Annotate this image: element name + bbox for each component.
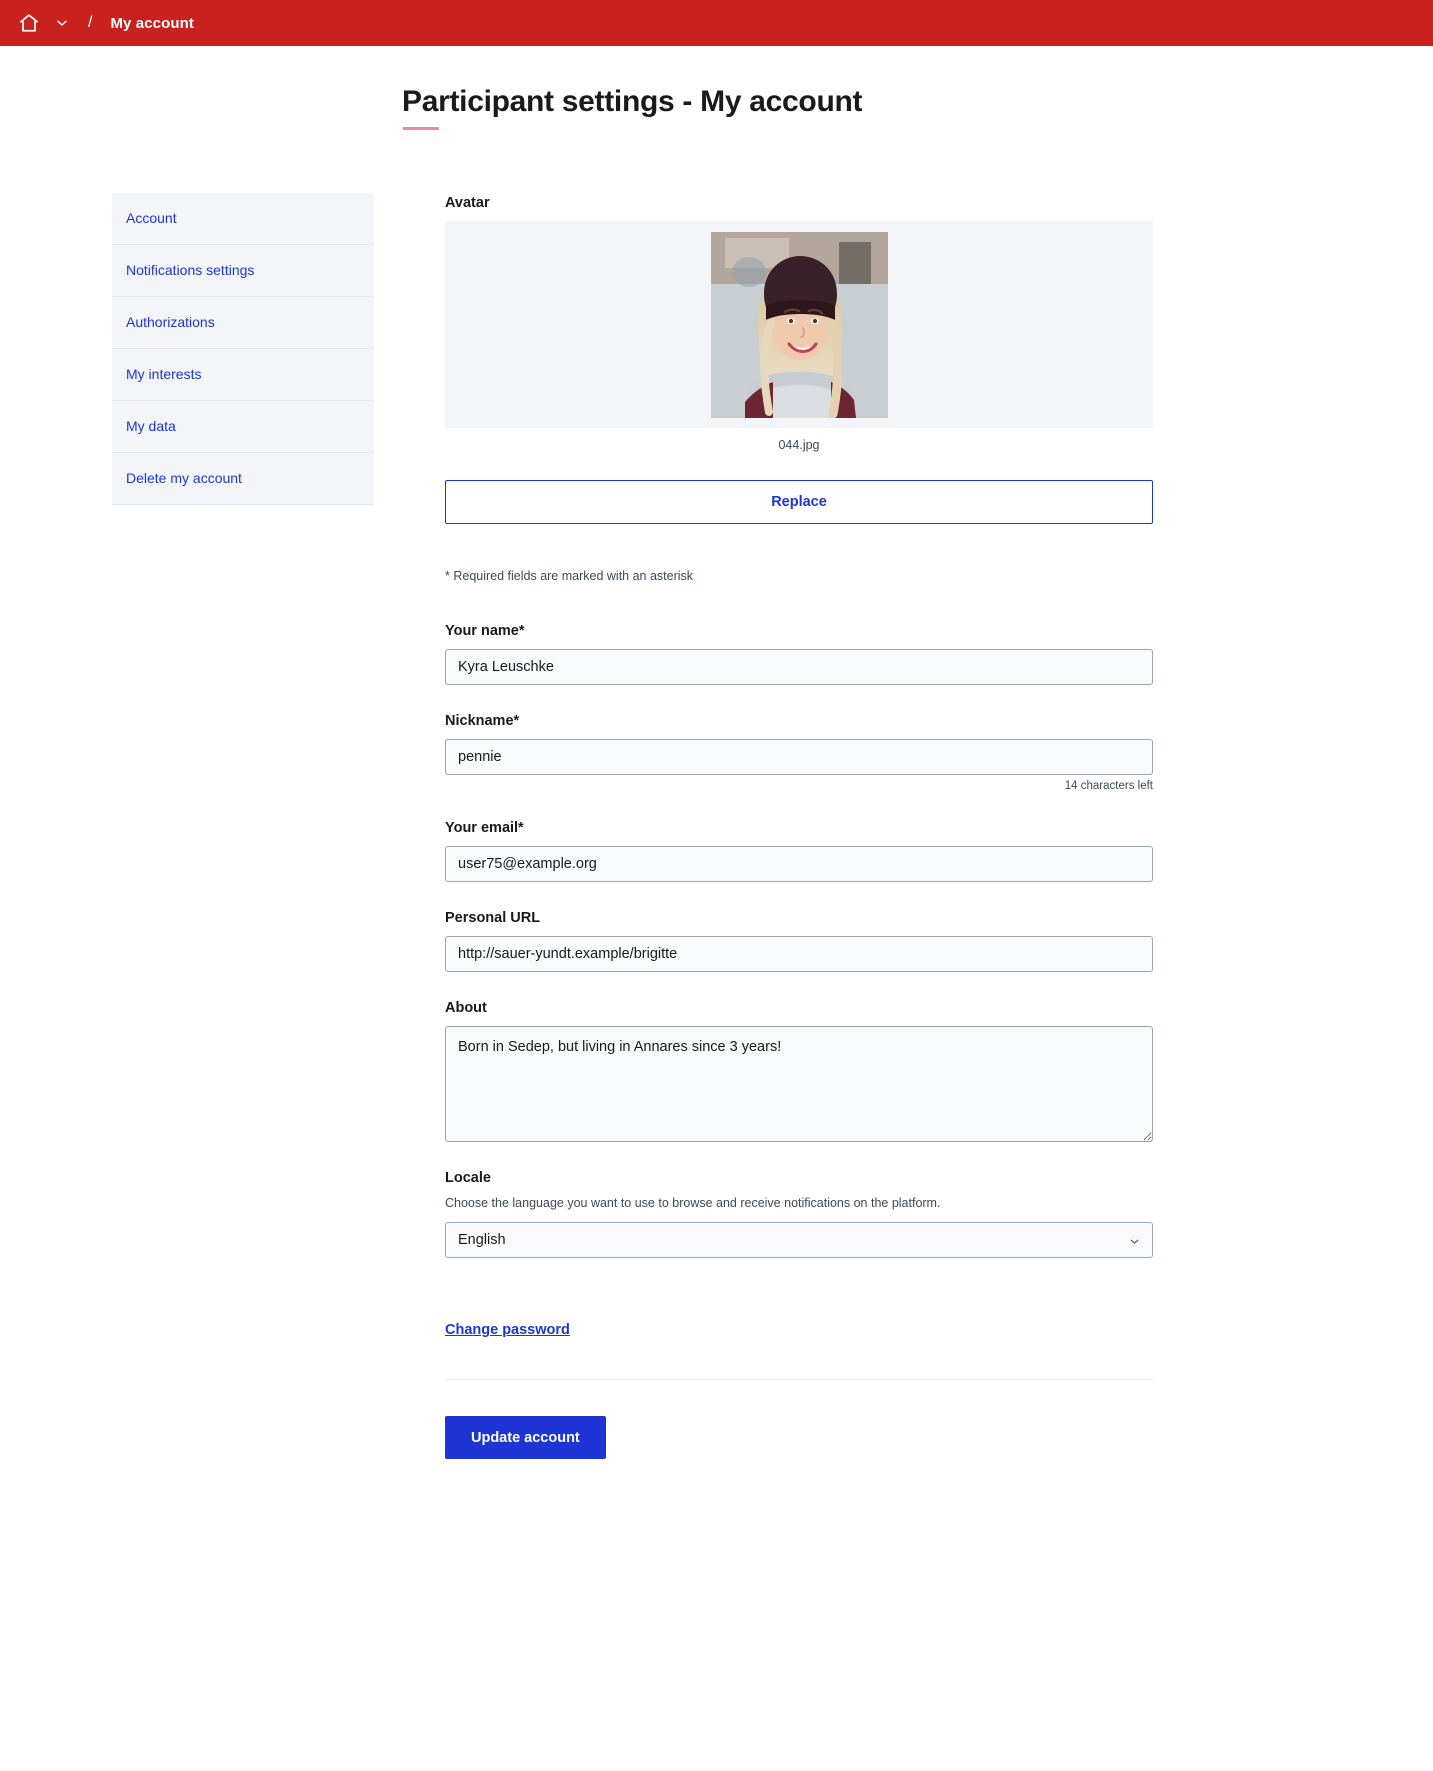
- form-divider: [445, 1379, 1153, 1380]
- name-label: Your name*: [445, 623, 525, 639]
- sidebar-item-account[interactable]: Account: [112, 193, 374, 245]
- avatar-label: Avatar: [445, 195, 490, 211]
- sidebar-item-my-interests[interactable]: My interests: [112, 349, 374, 401]
- nickname-field-group: Nickname* 14 characters left: [445, 711, 1153, 792]
- personal-url-label: Personal URL: [445, 910, 541, 926]
- update-account-button[interactable]: Update account: [445, 1416, 606, 1459]
- sidebar-item-delete-my-account[interactable]: Delete my account: [112, 453, 374, 504]
- email-input[interactable]: [445, 846, 1153, 882]
- email-field-group: Your email*: [445, 818, 1153, 882]
- avatar-preview-container: [445, 221, 1153, 428]
- account-settings-form: Avatar 044.jpg Replace * Required fields…: [445, 193, 1153, 1459]
- sidebar-item-my-data[interactable]: My data: [112, 401, 374, 453]
- avatar-filename: 044.jpg: [778, 438, 820, 452]
- settings-sidebar: Account Notifications settings Authoriza…: [112, 193, 374, 505]
- replace-avatar-button[interactable]: Replace: [445, 480, 1153, 524]
- name-field-group: Your name*: [445, 621, 1153, 685]
- avatar-image: [710, 231, 888, 418]
- page-layout: Account Notifications settings Authoriza…: [0, 130, 1433, 1459]
- locale-label: Locale: [445, 1170, 491, 1186]
- chevron-down-icon[interactable]: [54, 15, 70, 31]
- change-password-link[interactable]: Change password: [445, 1322, 570, 1338]
- sidebar-item-notifications-settings[interactable]: Notifications settings: [112, 245, 374, 297]
- home-icon[interactable]: [18, 12, 40, 34]
- locale-select[interactable]: [445, 1222, 1153, 1258]
- name-input[interactable]: [445, 649, 1153, 685]
- required-fields-note: * Required fields are marked with an ast…: [445, 569, 694, 583]
- email-label: Your email*: [445, 820, 524, 836]
- sidebar-item-authorizations[interactable]: Authorizations: [112, 297, 374, 349]
- personal-url-input[interactable]: [445, 936, 1153, 972]
- breadcrumb-separator: /: [88, 14, 93, 31]
- locale-select-wrapper: [445, 1222, 1153, 1258]
- personal-url-field-group: Personal URL: [445, 908, 1153, 972]
- locale-help-text: Choose the language you want to use to b…: [445, 1196, 941, 1210]
- page-title: Participant settings - My account: [402, 85, 863, 118]
- nickname-characters-left: 14 characters left: [1064, 780, 1153, 792]
- about-field-group: About: [445, 998, 1153, 1142]
- nickname-input[interactable]: [445, 739, 1153, 775]
- breadcrumb-current: My account: [110, 14, 194, 32]
- page-header: Participant settings - My account: [0, 46, 1433, 130]
- nickname-label: Nickname*: [445, 713, 520, 729]
- about-textarea[interactable]: [445, 1026, 1153, 1142]
- about-label: About: [445, 1000, 487, 1016]
- locale-field-group: Locale Choose the language you want to u…: [445, 1168, 1153, 1258]
- top-navigation-bar: / My account: [0, 0, 1433, 46]
